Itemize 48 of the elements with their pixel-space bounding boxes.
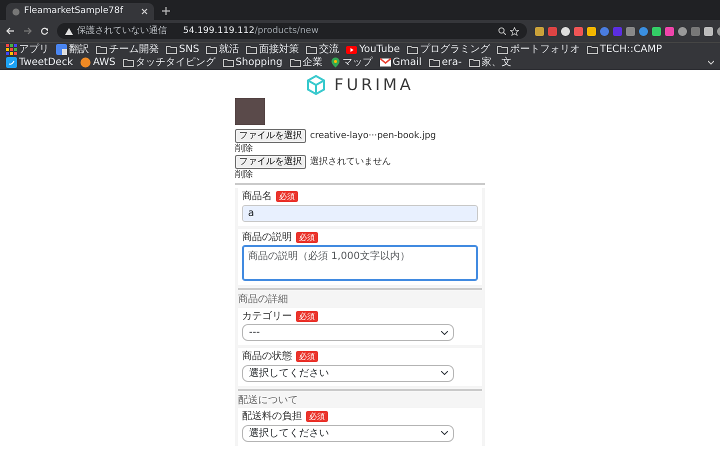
field-label: 商品の状態	[242, 351, 292, 362]
bookmark-link[interactable]: 企業	[290, 56, 322, 68]
field-label: 商品名	[242, 191, 272, 202]
bookmark-link[interactable]: プログラミング	[406, 44, 490, 56]
address-bar[interactable]: 保護されていない通信 54.199.119.112/products/new	[57, 23, 527, 39]
bookmark-link[interactable]: YouTube	[346, 44, 400, 56]
bookmark-link[interactable]: タッチタイピング	[122, 56, 216, 68]
url-text: 54.199.119.112/products/new	[183, 26, 319, 36]
select-dropdown[interactable]: 選択してください	[242, 424, 454, 442]
required-badge: 必須	[296, 351, 318, 362]
logo-text: FURIMA	[334, 76, 414, 94]
bookmark-link[interactable]: アプリ	[6, 44, 49, 56]
bookmark-link[interactable]: マップ	[330, 56, 372, 68]
textarea-field[interactable]: 商品の説明（必須 1,000文字以内）	[242, 245, 478, 281]
required-badge: 必須	[276, 191, 298, 202]
file-select-button[interactable]: ファイルを選択	[235, 129, 306, 143]
text-input-field[interactable]: a	[242, 204, 478, 222]
field-label: 配送料の負担	[242, 411, 302, 422]
delete-link[interactable]: 削除	[235, 144, 253, 154]
bookmark-link[interactable]: チーム開発	[96, 44, 159, 56]
bookmark-link[interactable]: 就活	[206, 44, 240, 56]
select-dropdown[interactable]: 選択してください	[242, 364, 454, 382]
required-badge: 必須	[306, 411, 328, 422]
bookmark-link[interactable]: TweetDeck	[6, 56, 73, 68]
bookmark-link[interactable]: 面接対策	[246, 44, 300, 56]
bookmark-link[interactable]: era-	[428, 56, 462, 68]
security-warning: 保護されていない通信	[77, 26, 167, 36]
bookmark-link[interactable]: SNS	[166, 44, 200, 56]
section-heading: 商品の詳細	[238, 294, 288, 305]
bookmark-link[interactable]: Gmail	[380, 56, 422, 68]
file-name: 選択されていません	[310, 156, 391, 168]
section-heading: 配送について	[238, 394, 298, 406]
field-label: 商品の説明	[242, 232, 292, 243]
bookmark-link[interactable]: 交流	[306, 44, 340, 56]
bookmark-link[interactable]: AWS	[80, 56, 116, 68]
file-name: creative-layo···pen-book.jpg	[310, 130, 436, 142]
browser-tab[interactable]: FleamarketSample78f	[6, 3, 154, 20]
delete-link[interactable]: 削除	[235, 170, 253, 180]
bookmark-link[interactable]: ポートフォリオ	[496, 44, 580, 56]
bookmark-link[interactable]: TECH::CAMP	[586, 44, 662, 56]
bookmark-link[interactable]: Shopping	[222, 56, 282, 68]
required-badge: 必須	[296, 310, 318, 322]
required-badge: 必須	[296, 232, 318, 243]
bookmark-link[interactable]: 翻訳	[56, 44, 89, 56]
select-dropdown[interactable]: ---	[242, 324, 454, 341]
file-select-button[interactable]: ファイルを選択	[235, 155, 306, 169]
field-label: カテゴリー	[242, 310, 292, 322]
bookmark-link[interactable]: 家、文	[468, 56, 512, 68]
